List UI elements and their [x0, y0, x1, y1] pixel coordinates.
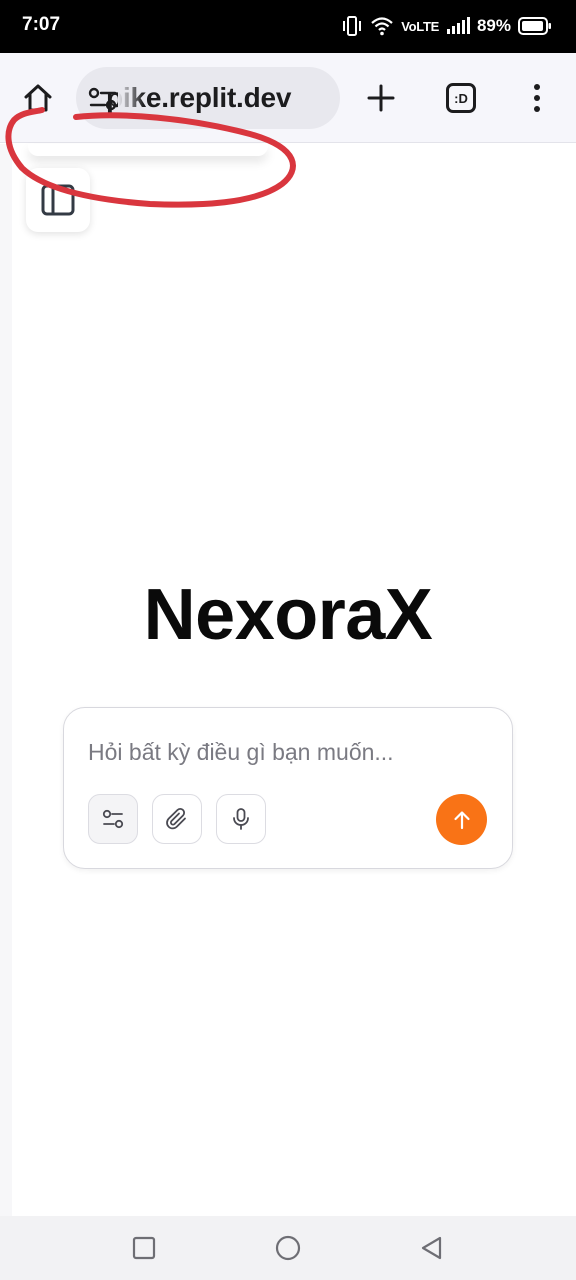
tab-switcher-icon[interactable]: :D	[446, 83, 476, 113]
back-triangle-icon[interactable]	[418, 1234, 446, 1262]
home-icon[interactable]	[22, 82, 54, 114]
collapsed-dropdown	[28, 144, 268, 156]
wifi-icon	[371, 17, 393, 36]
chat-input[interactable]	[88, 734, 488, 770]
sidebar-panel-icon	[41, 184, 75, 216]
volte-label: VoLTE	[401, 18, 439, 34]
battery-percent: 89%	[476, 16, 511, 35]
tune-icon[interactable]	[88, 86, 118, 112]
browser-toolbar: pike.replit.dev :D	[0, 53, 576, 143]
arrow-up-icon	[453, 810, 470, 829]
status-time: 7:07	[22, 14, 61, 35]
app-title: NexoraX	[143, 575, 433, 655]
voice-button[interactable]	[216, 794, 266, 844]
attach-button[interactable]	[152, 794, 202, 844]
paperclip-icon	[166, 807, 186, 830]
status-icons: VoLTE 89%	[341, 12, 552, 40]
send-button[interactable]	[436, 794, 487, 845]
sidebar-toggle-button[interactable]	[26, 168, 90, 232]
chat-composer	[63, 707, 513, 869]
home-circle-icon[interactable]	[274, 1234, 302, 1262]
vibrate-icon	[343, 16, 362, 36]
battery-icon	[518, 17, 551, 35]
more-vert-icon[interactable]	[528, 83, 546, 113]
address-bar[interactable]: pike.replit.dev	[76, 67, 340, 129]
sliders-icon	[102, 809, 124, 829]
url-fade	[118, 67, 144, 129]
options-button[interactable]	[88, 794, 138, 844]
page-left-edge	[0, 144, 12, 1216]
system-nav-bar	[0, 1216, 576, 1280]
recents-icon[interactable]	[130, 1234, 158, 1262]
tabs-label: :D	[454, 90, 468, 106]
status-bar: 7:07 VoLTE 89%	[0, 0, 576, 53]
signal-icon	[446, 17, 470, 34]
microphone-icon	[233, 808, 249, 830]
plus-icon[interactable]	[366, 83, 396, 113]
